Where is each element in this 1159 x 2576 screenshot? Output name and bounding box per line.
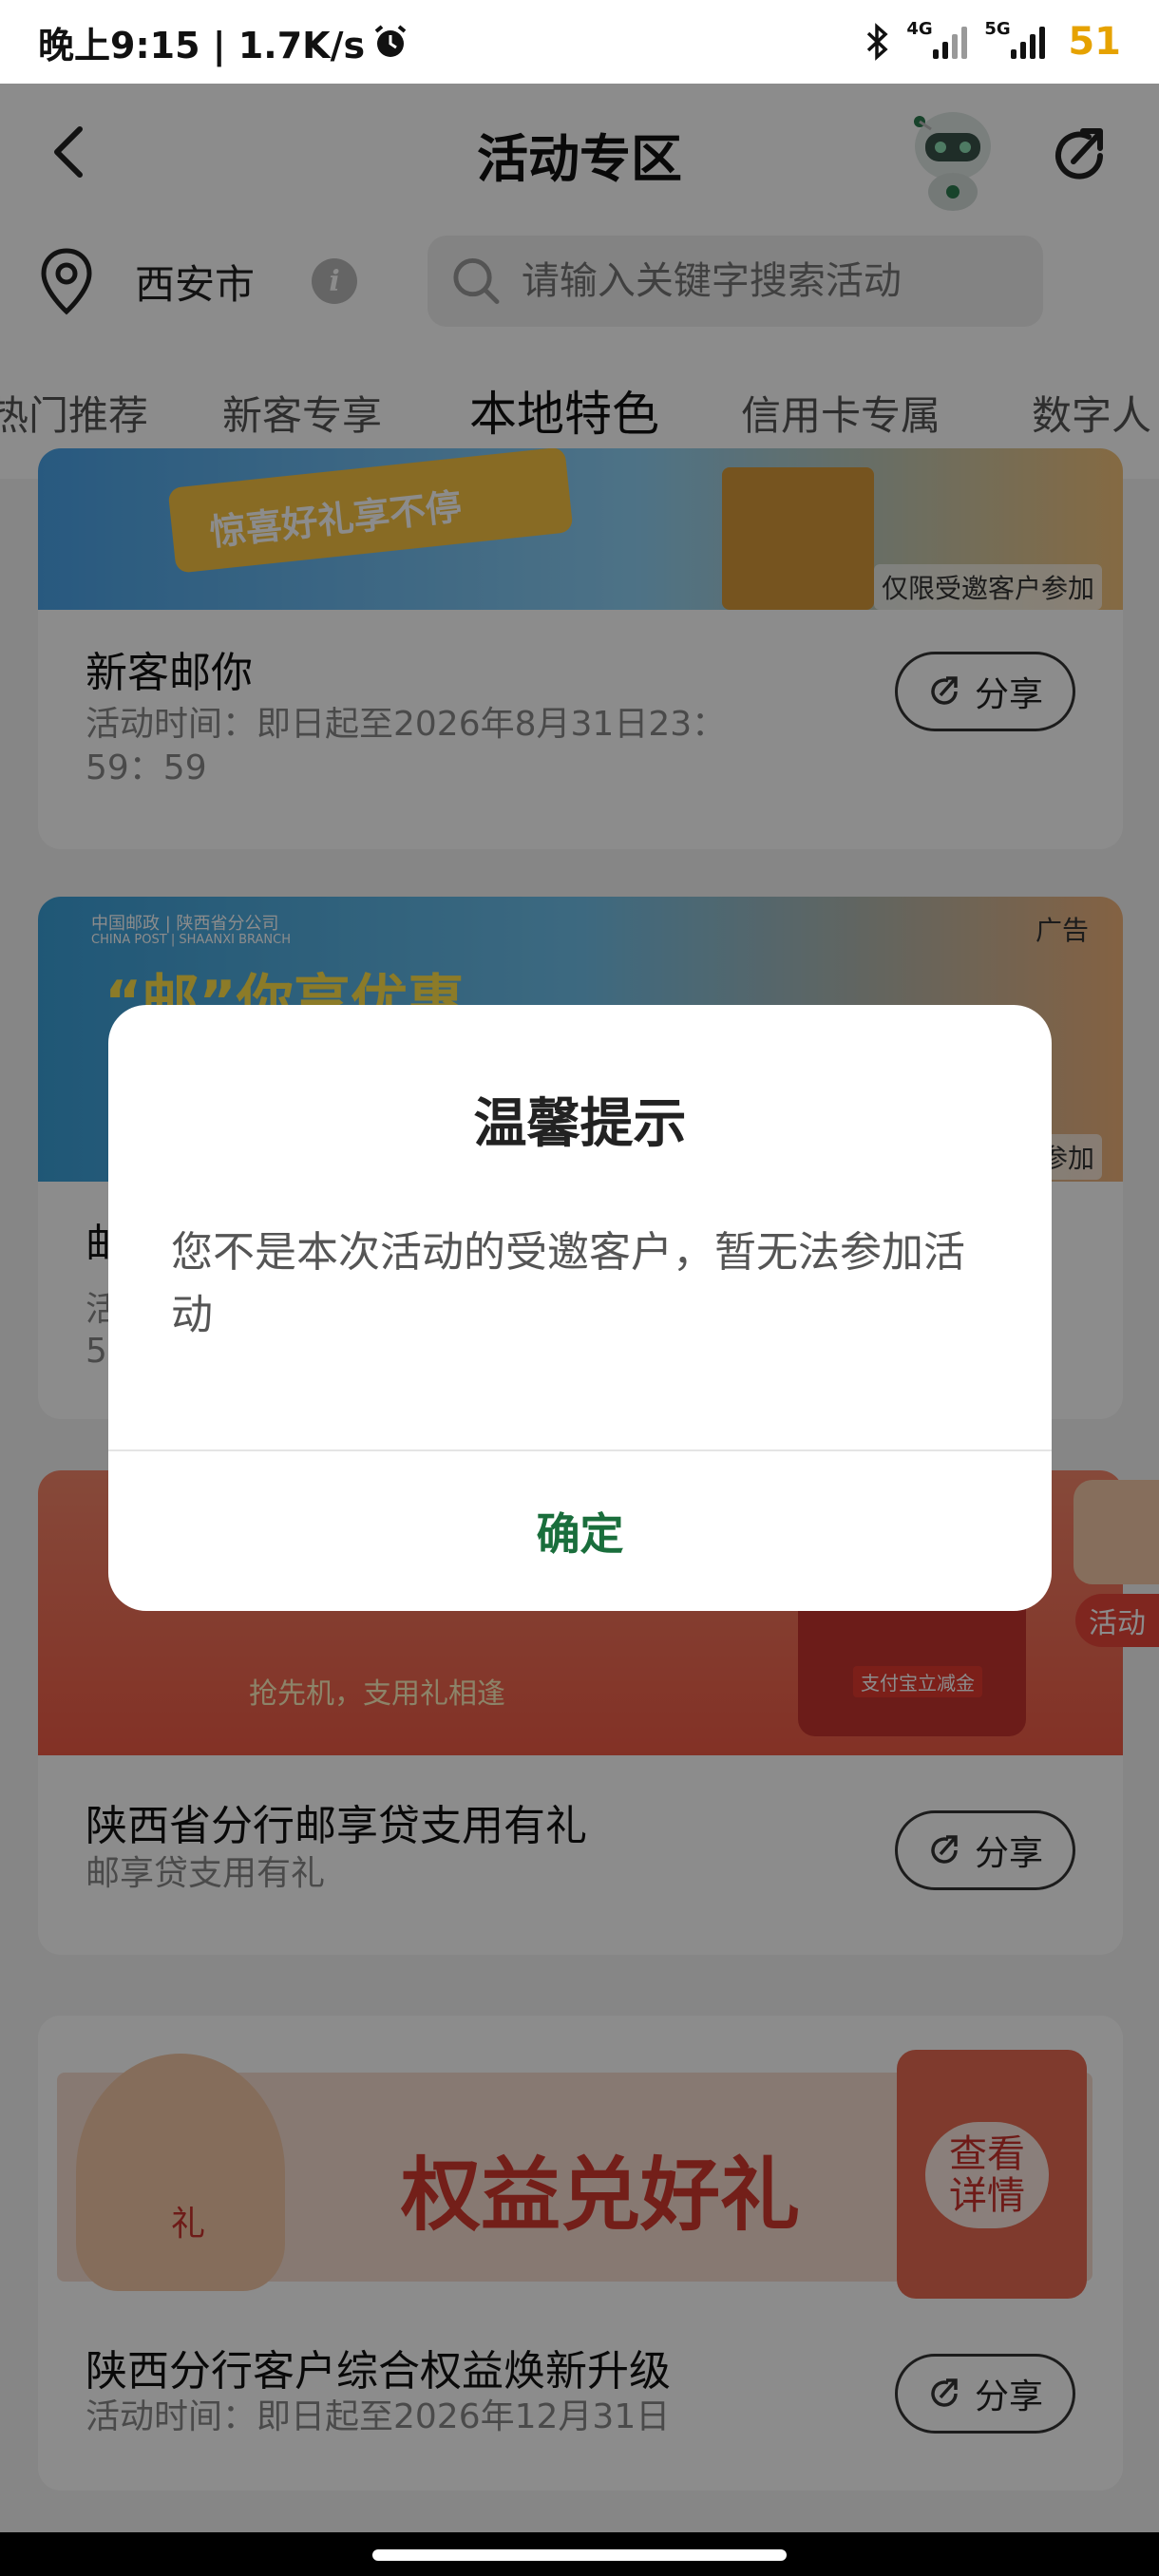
confirm-button[interactable]: 确定 [108,1451,1052,1611]
system-nav-bar [0,2532,1159,2576]
alert-dialog: 温馨提示 您不是本次活动的受邀客户，暂无法参加活动 确定 [108,1005,1052,1611]
home-gesture-handle[interactable] [372,2549,787,2561]
bluetooth-icon [867,23,888,61]
signal-4g-label: 4G [906,19,933,39]
dialog-message: 您不是本次活动的受邀客户，暂无法参加活动 [171,1228,965,1339]
status-time: 晚上9:15 | 1.7K/s [38,24,366,66]
status-bar: 晚上9:15 | 1.7K/s 4G 5G 51 [0,0,1159,84]
battery-level: 51 [1068,20,1121,64]
signal-5g-label: 5G [984,19,1011,39]
dialog-title: 温馨提示 [473,1093,687,1155]
alarm-clock-icon [374,25,407,57]
signal-5g-icon: 5G [984,19,1046,59]
signal-4g-icon: 4G [906,19,968,59]
